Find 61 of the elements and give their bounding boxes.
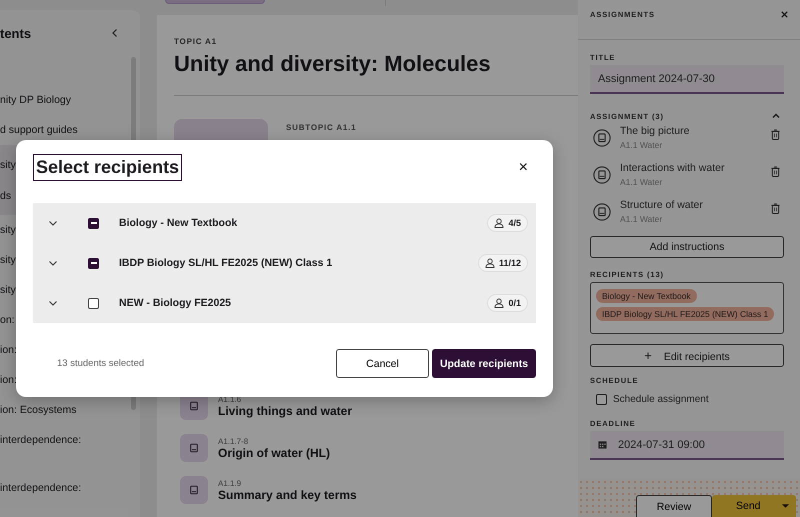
sidebar-item[interactable]: ion: Ecosystems: [0, 395, 140, 425]
lesson-title[interactable]: Living things and water: [218, 404, 352, 418]
assignment-subtitle: A1.1 Water: [620, 214, 664, 224]
book-icon: [593, 166, 611, 184]
count-badge: 4/5: [487, 214, 528, 232]
trash-icon[interactable]: [771, 203, 780, 214]
assignment-title: The big picture: [620, 125, 690, 137]
lesson-code: A1.1.9: [218, 478, 242, 488]
send-button[interactable]: Send: [712, 495, 796, 517]
topic-title: Unity and diversity: Molecules: [174, 51, 492, 77]
checkbox[interactable]: [88, 258, 99, 268]
edit-recipients-button[interactable]: + Edit recipients: [590, 344, 784, 367]
assignment-title: Interactions with water: [620, 162, 726, 174]
trash-icon[interactable]: [771, 129, 780, 140]
recipient-chip[interactable]: Biology - New Textbook: [596, 289, 697, 303]
expand-icon[interactable]: [48, 258, 58, 268]
calendar-icon: [598, 440, 607, 449]
update-recipients-button[interactable]: Update recipients: [432, 349, 536, 378]
person-icon: [494, 218, 504, 228]
collapse-icon[interactable]: [110, 28, 120, 38]
recipient-chip[interactable]: IBDP Biology SL/HL FE2025 (NEW) Class 1: [596, 307, 774, 321]
topic-label: TOPIC A1: [174, 37, 218, 46]
book-icon: [593, 203, 611, 221]
book-icon: [180, 434, 208, 462]
expand-icon[interactable]: [48, 218, 58, 228]
sidebar-item[interactable]: interdependence:: [0, 473, 140, 503]
title-field[interactable]: Assignment 2024-07-30: [590, 65, 784, 94]
review-button[interactable]: Review: [636, 495, 712, 517]
trash-icon[interactable]: [771, 166, 780, 177]
lesson-title[interactable]: Summary and key terms: [218, 488, 357, 502]
caret-icon: [781, 503, 790, 509]
checkbox-label: Schedule assignment: [613, 394, 709, 405]
close-icon[interactable]: [780, 10, 789, 19]
cancel-button[interactable]: Cancel: [336, 349, 429, 378]
book-icon: [180, 476, 208, 504]
sidebar-item[interactable]: nity DP Biology: [0, 85, 140, 115]
count-badge: 0/1: [487, 294, 528, 312]
book-icon: [593, 129, 611, 147]
add-instructions-button[interactable]: Add instructions: [590, 236, 784, 258]
close-button[interactable]: ×: [510, 158, 536, 176]
subtopic-label: SUBTOPIC A1.1: [286, 122, 356, 134]
assignment-subtitle: A1.1 Water: [620, 140, 664, 150]
assignment-subtitle: A1.1 Water: [620, 177, 664, 187]
deadline-field[interactable]: 2024-07-31 09:00: [590, 431, 784, 460]
checkbox[interactable]: [596, 394, 607, 405]
expand-icon[interactable]: [48, 298, 58, 308]
lesson-title[interactable]: Origin of water (HL): [218, 446, 330, 460]
selection-summary: 13 students selected: [56, 358, 146, 369]
dialog-title: Select recipients: [33, 154, 182, 181]
lesson-code: A1.1.7-8: [218, 436, 250, 446]
person-icon: [484, 258, 495, 268]
checkbox[interactable]: [88, 298, 99, 308]
sidebar-item[interactable]: interdependence:: [0, 425, 140, 473]
group-name: IBDP Biology SL/HL FE2025 (NEW) Class 1: [119, 257, 334, 269]
sidebar-title: tents: [0, 26, 32, 40]
assignment-title: Structure of water: [620, 199, 704, 211]
person-icon: [494, 298, 504, 308]
group-name: NEW - Biology FE2025: [119, 297, 232, 309]
checkbox[interactable]: [88, 218, 99, 228]
count-badge: 11/12: [478, 254, 528, 272]
group-name: Biology - New Textbook: [119, 217, 238, 229]
